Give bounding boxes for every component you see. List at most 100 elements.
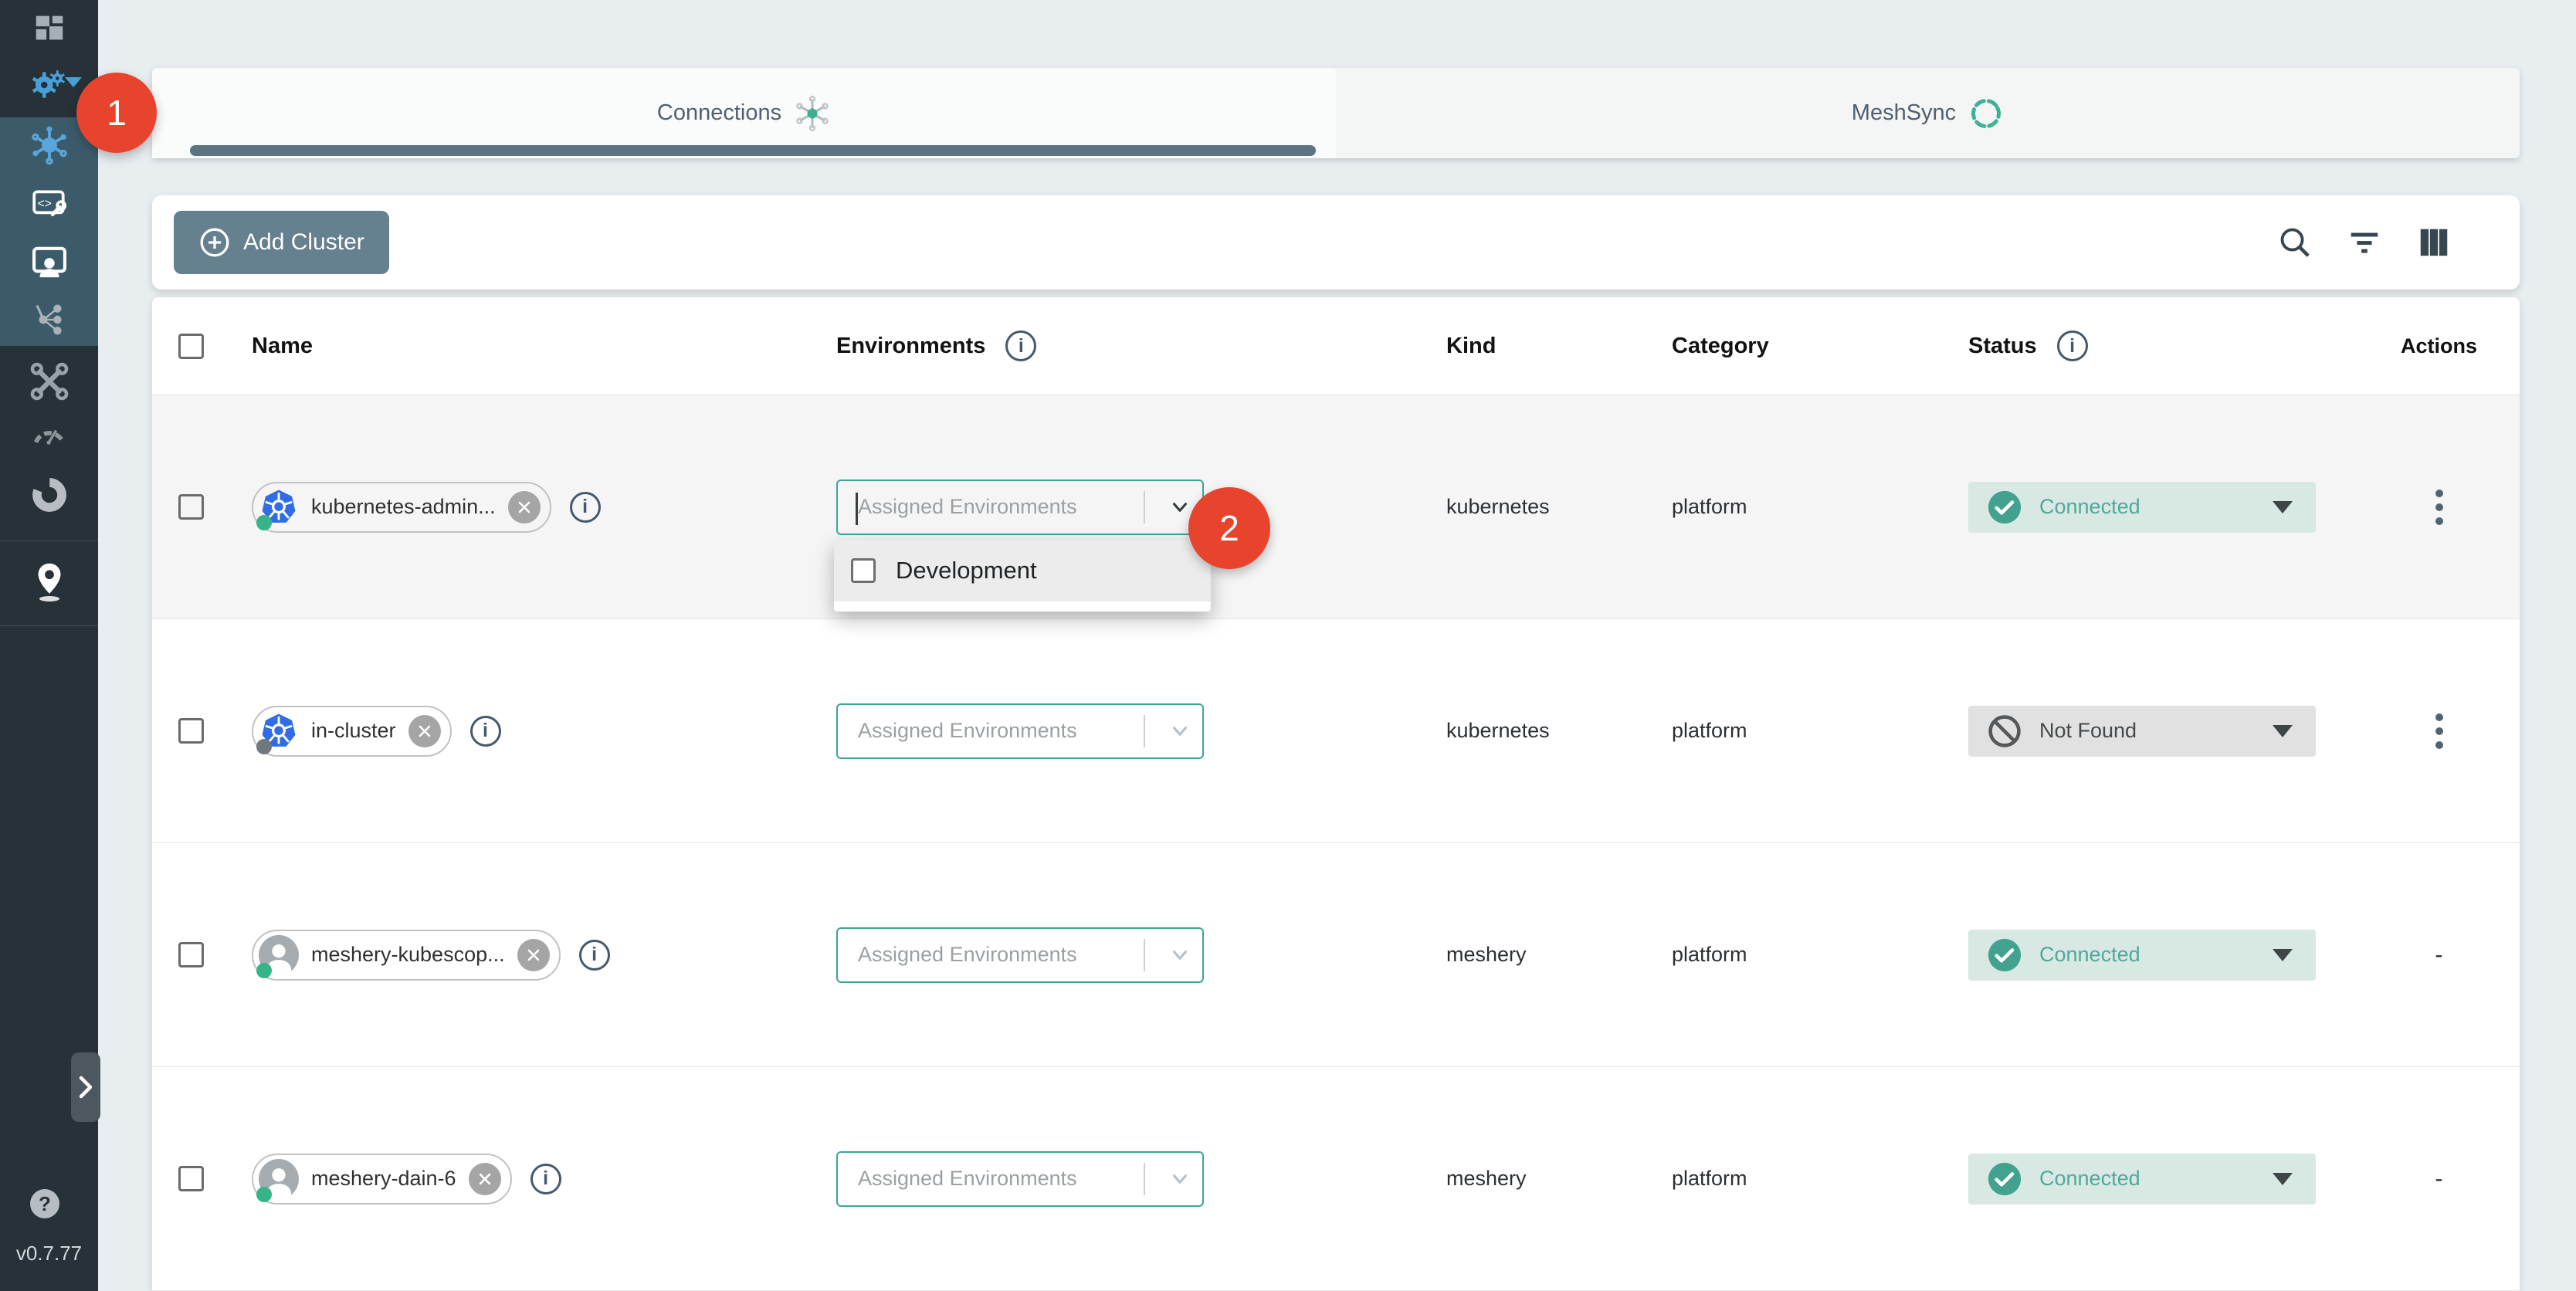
chevron-down-icon[interactable] xyxy=(1158,1166,1202,1192)
row-checkbox[interactable] xyxy=(178,1166,204,1191)
status-chip[interactable]: Connected xyxy=(1968,482,2316,533)
person-screen-icon xyxy=(29,242,69,283)
connection-name-chip[interactable]: in-cluster xyxy=(252,706,452,757)
environments-placeholder: Assigned Environments xyxy=(858,943,1144,967)
row-avatar xyxy=(259,1159,299,1199)
status-chip[interactable]: Not Found xyxy=(1968,706,2316,757)
presence-dot xyxy=(256,515,272,530)
environments-dropdown-menu: Development xyxy=(834,540,1211,612)
chevron-right-icon xyxy=(76,1076,95,1099)
kind-value: meshery xyxy=(1446,1167,1527,1190)
sidebar-item-service-mesh[interactable] xyxy=(0,298,98,341)
sidebar-item-adapters[interactable]: <> xyxy=(0,184,98,225)
column-header-category[interactable]: Category xyxy=(1672,334,1769,358)
chevron-down-icon[interactable] xyxy=(65,77,82,87)
actions-none: - xyxy=(2435,1166,2443,1192)
slash-circle-icon xyxy=(1987,713,2022,749)
assigned-environments-select[interactable]: Assigned Environments xyxy=(836,479,1204,535)
sidebar-item-meshery[interactable] xyxy=(0,474,98,516)
row-avatar xyxy=(259,487,299,527)
connection-name: in-cluster xyxy=(311,719,396,743)
sidebar-expand-button[interactable] xyxy=(71,1052,100,1122)
info-icon[interactable]: i xyxy=(2057,330,2088,361)
status-chip[interactable]: Connected xyxy=(1968,930,2316,981)
delete-connection-button[interactable] xyxy=(469,1163,501,1195)
status-caret-icon xyxy=(2273,501,2293,513)
assigned-environments-select[interactable]: Assigned Environments xyxy=(836,1151,1204,1207)
table-body: kubernetes-admin... i Assigned Environme… xyxy=(152,395,2520,1291)
assigned-environments-select[interactable]: Assigned Environments xyxy=(836,703,1204,759)
chevron-down-icon[interactable] xyxy=(1158,942,1202,968)
delete-connection-button[interactable] xyxy=(517,939,550,971)
search-button[interactable] xyxy=(2277,225,2313,260)
add-cluster-button[interactable]: Add Cluster xyxy=(174,211,389,274)
actions-none: - xyxy=(2435,942,2443,968)
row-checkbox[interactable] xyxy=(178,494,204,520)
status-chip[interactable]: Connected xyxy=(1968,1154,2316,1205)
app-version: v0.7.77 xyxy=(0,1242,98,1266)
environment-option-checkbox[interactable] xyxy=(851,558,876,583)
gauge-icon xyxy=(29,415,69,456)
location-pin-icon xyxy=(28,561,71,604)
connection-name: meshery-dain-6 xyxy=(311,1167,456,1191)
connection-name-chip[interactable]: kubernetes-admin... xyxy=(252,482,551,533)
connections-icon xyxy=(794,95,831,132)
column-header-status[interactable]: Status i xyxy=(1968,330,2358,361)
close-icon xyxy=(477,1171,493,1187)
status-caret-icon xyxy=(2273,725,2293,737)
select-divider xyxy=(1144,491,1145,524)
sidebar-item-catalog[interactable] xyxy=(0,557,98,607)
environments-cell: Assigned Environments Development 2 xyxy=(836,927,1204,983)
select-divider xyxy=(1144,1163,1145,1195)
row-actions-menu-button[interactable] xyxy=(2431,709,2448,754)
connection-info-button[interactable]: i xyxy=(570,492,601,523)
assigned-environments-select[interactable]: Assigned Environments xyxy=(836,927,1204,983)
chevron-down-icon[interactable] xyxy=(1158,718,1202,744)
connection-name-chip[interactable]: meshery-kubescop... xyxy=(252,930,561,981)
select-all-checkbox[interactable] xyxy=(178,334,204,359)
sidebar-item-toolkit[interactable] xyxy=(0,360,98,403)
crossed-wrenches-icon xyxy=(29,361,70,402)
connection-name: meshery-kubescop... xyxy=(311,943,505,967)
check-circle-icon xyxy=(1987,937,2022,973)
view-columns-button[interactable] xyxy=(2416,225,2452,260)
sidebar-item-performance[interactable] xyxy=(0,415,98,456)
connection-info-button[interactable]: i xyxy=(530,1164,561,1194)
active-tab-indicator xyxy=(190,145,1316,156)
status-caret-icon xyxy=(2273,1173,2293,1185)
help-button[interactable]: ? xyxy=(30,1189,59,1218)
kind-value: kubernetes xyxy=(1446,495,1550,518)
plus-circle-icon xyxy=(198,226,231,259)
info-icon[interactable]: i xyxy=(1005,330,1036,361)
sidebar-item-dashboard[interactable] xyxy=(0,9,98,46)
environments-cell: Assigned Environments Development 2 xyxy=(836,479,1204,535)
column-header-name[interactable]: Name xyxy=(252,334,313,359)
column-header-environments[interactable]: Environments i xyxy=(836,330,1036,361)
tab-connections[interactable]: Connections xyxy=(152,68,1336,158)
sidebar-item-operator[interactable] xyxy=(0,241,98,284)
category-value: platform xyxy=(1672,1167,1747,1190)
connection-info-button[interactable]: i xyxy=(579,940,610,971)
row-checkbox[interactable] xyxy=(178,718,204,744)
tab-meshsync[interactable]: MeshSync xyxy=(1336,68,2520,158)
toolbar: Add Cluster xyxy=(152,195,2520,290)
meshery-app: <> xyxy=(0,0,2576,1291)
environment-option-development[interactable]: Development xyxy=(834,540,1211,601)
filter-button[interactable] xyxy=(2347,225,2382,260)
delete-connection-button[interactable] xyxy=(408,715,441,747)
kind-value: meshery xyxy=(1446,943,1527,966)
text-cursor xyxy=(856,493,858,525)
row-actions-menu-button[interactable] xyxy=(2431,485,2448,530)
status-label: Not Found xyxy=(2039,719,2256,743)
delete-connection-button[interactable] xyxy=(508,491,541,524)
step-badge-2: 2 xyxy=(1188,487,1270,569)
status-caret-icon xyxy=(2273,949,2293,961)
row-checkbox[interactable] xyxy=(178,942,204,967)
close-icon xyxy=(417,723,432,739)
column-header-kind[interactable]: Kind xyxy=(1446,334,1496,358)
environments-placeholder: Assigned Environments xyxy=(858,495,1144,519)
connection-name: kubernetes-admin... xyxy=(311,495,496,519)
status-label: Connected xyxy=(2039,1167,2256,1191)
connection-name-chip[interactable]: meshery-dain-6 xyxy=(252,1154,512,1205)
connection-info-button[interactable]: i xyxy=(470,716,501,747)
